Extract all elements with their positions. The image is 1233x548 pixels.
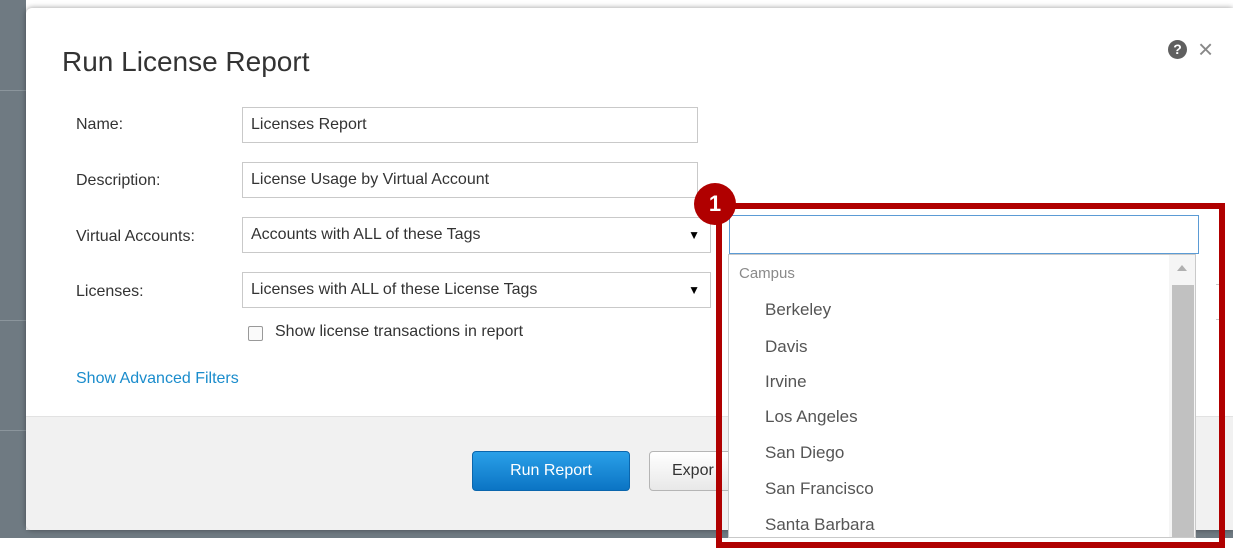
licenses-select[interactable]: Licenses with ALL of these License Tags … bbox=[242, 272, 711, 308]
description-label: Description: bbox=[76, 172, 161, 189]
licenses-label: Licenses: bbox=[76, 283, 144, 300]
name-value: Licenses Report bbox=[251, 116, 367, 133]
show-transactions-checkbox[interactable] bbox=[248, 326, 263, 341]
chevron-down-icon: ▼ bbox=[688, 228, 700, 242]
description-field[interactable]: License Usage by Virtual Account bbox=[242, 162, 698, 198]
background-divider bbox=[0, 90, 26, 91]
annotation-badge: 1 bbox=[694, 183, 736, 225]
annotation-highlight-box bbox=[716, 203, 1225, 548]
background-divider bbox=[0, 430, 26, 431]
dialog-title: Run License Report bbox=[62, 46, 310, 77]
show-transactions-label[interactable]: Show license transactions in report bbox=[275, 323, 523, 341]
licenses-value: Licenses with ALL of these License Tags bbox=[251, 281, 538, 298]
close-icon[interactable]: × bbox=[1198, 34, 1213, 64]
help-icon[interactable]: ? bbox=[1168, 40, 1187, 59]
show-advanced-filters-link[interactable]: Show Advanced Filters bbox=[76, 370, 239, 388]
run-report-button[interactable]: Run Report bbox=[472, 451, 630, 491]
virtual-accounts-value: Accounts with ALL of these Tags bbox=[251, 226, 481, 243]
background-divider bbox=[0, 320, 26, 321]
virtual-accounts-select[interactable]: Accounts with ALL of these Tags ▼ bbox=[242, 217, 711, 253]
name-field[interactable]: Licenses Report bbox=[242, 107, 698, 143]
background-strip bbox=[0, 0, 26, 538]
name-label: Name: bbox=[76, 116, 124, 133]
virtual-accounts-label: Virtual Accounts: bbox=[76, 228, 195, 245]
chevron-down-icon: ▼ bbox=[688, 283, 700, 297]
description-value: License Usage by Virtual Account bbox=[251, 171, 490, 188]
